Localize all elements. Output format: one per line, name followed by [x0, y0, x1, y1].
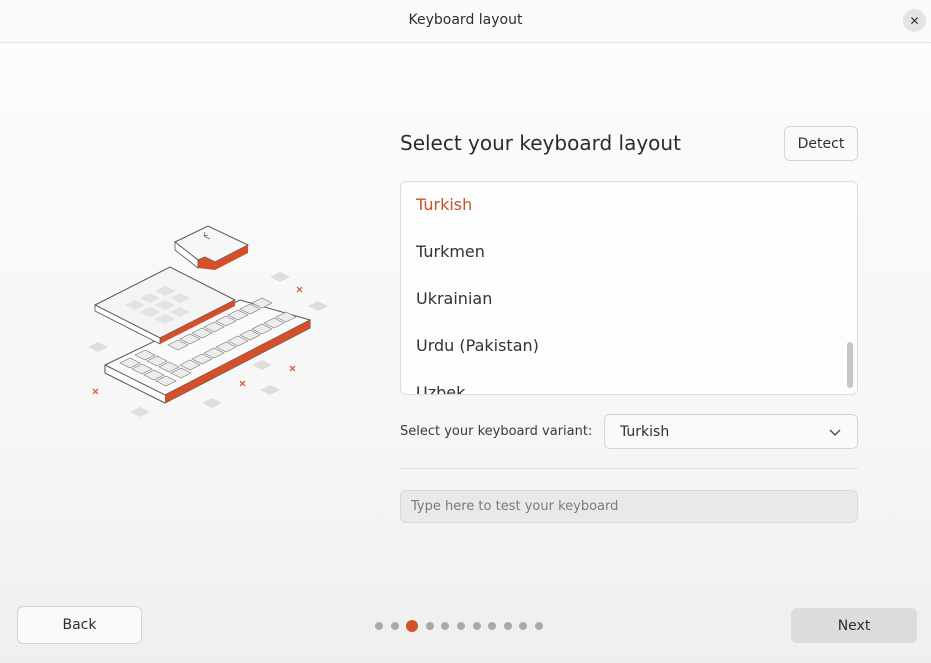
- list-scrollbar[interactable]: [847, 342, 853, 388]
- list-item-turkmen[interactable]: Turkmen: [401, 228, 857, 275]
- close-button[interactable]: ✕: [903, 9, 926, 32]
- page-dot: [488, 622, 497, 630]
- chevron-down-icon: [829, 429, 841, 436]
- page-dot: [441, 622, 450, 630]
- list-item-urdu-pakistan[interactable]: Urdu (Pakistan): [401, 322, 857, 369]
- page-dot: [519, 622, 528, 630]
- keyboard-test-input[interactable]: [400, 490, 858, 523]
- close-icon: ✕: [909, 13, 920, 28]
- page-dot: [375, 622, 383, 630]
- page-indicator: [375, 620, 551, 632]
- layout-list-items: Turkish Turkmen Ukrainian Urdu (Pakistan…: [401, 182, 857, 394]
- page-heading: Select your keyboard layout: [400, 131, 681, 155]
- divider: [400, 468, 858, 469]
- page-dot: [472, 622, 481, 630]
- layout-list[interactable]: Turkish Turkmen Ukrainian Urdu (Pakistan…: [400, 181, 858, 395]
- title-bar: Keyboard layout ✕: [0, 0, 931, 43]
- page-dot: [456, 622, 465, 630]
- variant-label: Select your keyboard variant:: [400, 424, 593, 439]
- next-button[interactable]: Next: [791, 608, 917, 643]
- variant-dropdown[interactable]: Turkish: [604, 414, 858, 449]
- keyboard-illustration: [88, 225, 328, 417]
- list-item-ukrainian[interactable]: Ukrainian: [401, 275, 857, 322]
- list-item-turkish[interactable]: Turkish: [401, 182, 857, 228]
- variant-value: Turkish: [620, 423, 670, 440]
- page-dot: [534, 622, 543, 630]
- page-dot: [503, 622, 512, 630]
- window-title: Keyboard layout: [408, 12, 523, 28]
- page-dot: [390, 622, 399, 630]
- page-dot-active: [406, 620, 419, 632]
- back-button[interactable]: Back: [17, 606, 142, 644]
- list-item-uzbek[interactable]: Uzbek: [401, 369, 857, 394]
- detect-button[interactable]: Detect: [784, 126, 858, 161]
- page-dot: [425, 622, 434, 630]
